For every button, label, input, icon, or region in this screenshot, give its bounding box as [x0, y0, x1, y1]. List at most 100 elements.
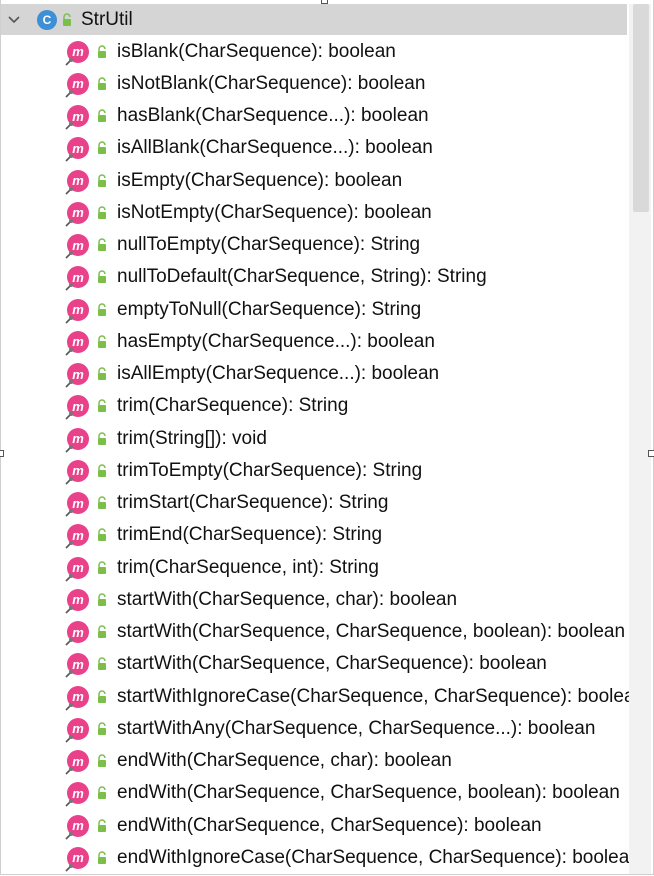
method-icon: m	[65, 137, 89, 162]
pin-icon	[65, 380, 73, 388]
method-icon: m	[65, 556, 89, 582]
method-item[interactable]: m trimEnd(CharSequence): String	[1, 519, 653, 551]
resize-handle[interactable]	[321, 0, 328, 4]
method-signature: isNotBlank(CharSequence): boolean	[117, 72, 426, 94]
public-lock-icon	[96, 77, 108, 91]
pin-icon	[65, 154, 73, 162]
public-lock-icon	[96, 786, 108, 800]
method-item[interactable]: m endWithIgnoreCase(CharSequence, CharSeq…	[1, 842, 653, 874]
public-lock-icon	[96, 206, 108, 220]
method-item[interactable]: m hasBlank(CharSequence...): boolean	[1, 100, 653, 132]
method-signature: trim(String[]): void	[117, 427, 267, 449]
public-lock-icon	[96, 141, 108, 155]
method-item[interactable]: m startWithAny(CharSequence, CharSequence…	[1, 713, 653, 745]
public-lock-icon	[96, 173, 108, 188]
public-lock-icon	[96, 431, 108, 446]
method-item[interactable]: m nullToDefault(CharSequence, String): St…	[1, 261, 653, 293]
method-item[interactable]: m endWith(CharSequence, char): boolean	[1, 745, 653, 777]
method-icon: m	[65, 427, 89, 453]
pin-icon	[65, 251, 73, 259]
pin-icon	[65, 218, 73, 227]
pin-icon	[65, 509, 73, 517]
vertical-scrollbar[interactable]	[629, 4, 651, 874]
method-item[interactable]: m isNotEmpty(CharSequence): boolean	[1, 197, 653, 229]
method-icon: m	[65, 621, 89, 646]
method-signature: startWithIgnoreCase(CharSequence, CharSe…	[117, 685, 646, 707]
method-signature: nullToDefault(CharSequence, String): Str…	[117, 266, 487, 288]
public-lock-icon	[96, 560, 108, 575]
pin-icon	[65, 476, 73, 485]
method-signature: hasEmpty(CharSequence...): boolean	[117, 330, 435, 352]
public-lock-icon	[96, 754, 108, 768]
pin-icon	[65, 638, 73, 646]
method-signature: startWithAny(CharSequence, CharSequence.…	[117, 717, 596, 739]
chevron-down-icon[interactable]	[7, 13, 21, 27]
pin-icon	[65, 573, 73, 582]
public-lock-icon	[96, 625, 108, 639]
method-item[interactable]: m isAllBlank(CharSequence...): boolean	[1, 132, 653, 164]
method-item[interactable]: m trim(CharSequence): String	[1, 390, 653, 422]
method-item[interactable]: m isNotBlank(CharSequence): boolean	[1, 68, 653, 100]
resize-handle[interactable]	[0, 450, 4, 457]
method-icon: m	[65, 105, 89, 130]
method-signature: isNotEmpty(CharSequence): boolean	[117, 201, 432, 223]
public-lock-icon	[96, 109, 108, 123]
class-icon: C	[37, 9, 57, 30]
method-item[interactable]: m hasEmpty(CharSequence...): boolean	[1, 326, 653, 358]
method-signature: endWithIgnoreCase(CharSequence, CharSequ…	[117, 846, 640, 868]
method-icon: m	[65, 169, 89, 195]
method-item[interactable]: m trim(String[]): void	[1, 423, 653, 455]
method-item[interactable]: m startWithIgnoreCase(CharSequence, CharS…	[1, 681, 653, 713]
method-item[interactable]: m endWith(CharSequence, CharSequence, boo…	[1, 777, 653, 809]
pin-icon	[65, 541, 73, 549]
method-icon: m	[65, 363, 89, 388]
method-signature: isAllEmpty(CharSequence...): boolean	[117, 363, 440, 385]
method-item[interactable]: m startWith(CharSequence, CharSequence): …	[1, 648, 653, 680]
method-item[interactable]: m trimToEmpty(CharSequence): String	[1, 455, 653, 487]
public-lock-icon	[96, 722, 108, 736]
scrollbar-thumb[interactable]	[633, 4, 649, 212]
method-icon: m	[65, 685, 89, 711]
method-icon: m	[65, 588, 89, 614]
method-signature: trimStart(CharSequence): String	[117, 492, 389, 514]
pin-icon	[65, 734, 73, 743]
public-lock-icon	[96, 818, 108, 833]
public-lock-icon	[96, 399, 108, 413]
method-item[interactable]: m emptyToNull(CharSequence): String	[1, 294, 653, 326]
method-item[interactable]: m trim(CharSequence, int): String	[1, 552, 653, 584]
structure-tree: C StrUtil m isBlank(CharSequence): boolea…	[1, 0, 653, 874]
method-item[interactable]: m isBlank(CharSequence): boolean	[1, 36, 653, 68]
method-icon: m	[65, 459, 89, 485]
method-icon: m	[65, 524, 89, 549]
pin-icon	[65, 57, 73, 66]
public-lock-icon	[96, 496, 108, 510]
method-signature: isBlank(CharSequence): boolean	[117, 40, 396, 62]
method-item[interactable]: m startWith(CharSequence, char): boolean	[1, 584, 653, 616]
method-icon: m	[65, 72, 89, 98]
method-item[interactable]: m endWith(CharSequence, CharSequence): bo…	[1, 810, 653, 842]
public-lock-icon	[96, 689, 108, 704]
method-icon: m	[65, 782, 89, 807]
method-item[interactable]: m isAllEmpty(CharSequence...): boolean	[1, 358, 653, 390]
public-lock-icon	[96, 44, 108, 59]
method-item[interactable]: m nullToEmpty(CharSequence): String	[1, 229, 653, 261]
method-signature: startWith(CharSequence, CharSequence, bo…	[117, 621, 626, 643]
class-node-strutil[interactable]: C StrUtil	[1, 4, 627, 35]
pin-icon	[65, 347, 73, 356]
public-lock-icon	[61, 12, 73, 27]
method-icon: m	[65, 750, 89, 775]
pin-icon	[65, 831, 73, 840]
resize-handle[interactable]	[648, 450, 654, 457]
pin-icon	[65, 186, 73, 195]
pin-icon	[65, 767, 73, 775]
method-signature: isAllBlank(CharSequence...): boolean	[117, 137, 433, 159]
method-item[interactable]: m trimStart(CharSequence): String	[1, 487, 653, 519]
method-signature: endWith(CharSequence, char): boolean	[117, 750, 452, 772]
public-lock-icon	[96, 593, 108, 607]
structure-panel: C StrUtil m isBlank(CharSequence): boolea…	[0, 0, 654, 875]
method-item[interactable]: m startWith(CharSequence, CharSequence, b…	[1, 616, 653, 648]
method-signature: endWith(CharSequence, CharSequence, bool…	[117, 782, 620, 804]
method-item[interactable]: m isEmpty(CharSequence): boolean	[1, 165, 653, 197]
method-icon: m	[65, 40, 89, 66]
public-lock-icon	[96, 302, 108, 317]
